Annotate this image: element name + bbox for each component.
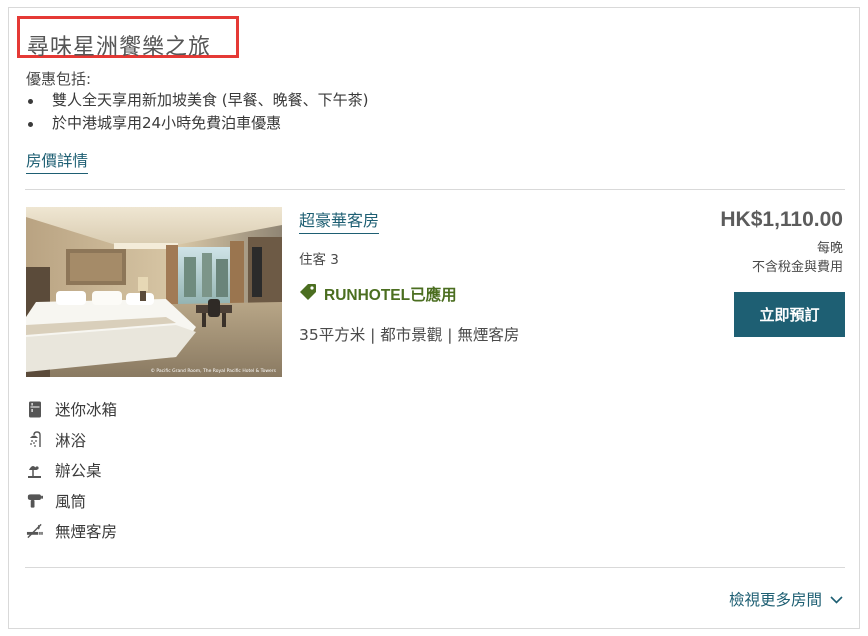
rate-details-link[interactable]: 房價詳情	[26, 149, 89, 174]
tax-note: 不含稅金與費用	[751, 260, 843, 275]
shower-icon	[26, 431, 43, 448]
amenities-list: 迷你冰箱 淋浴 辦公桌 風筒 無煙客房	[26, 394, 117, 547]
room-name-link[interactable]: 超豪華客房	[299, 207, 380, 234]
room-price: HK$1,110.00	[720, 208, 843, 231]
svg-text:© Pacific Grand Room, The Roya: © Pacific Grand Room, The Royal Pacific …	[150, 367, 276, 374]
amenity-item: 無煙客房	[26, 516, 117, 547]
guests-count: 住客 3	[299, 252, 339, 268]
list-item: 雙人全天享用新加坡美食 (早餐、晚餐、下午茶)	[26, 89, 368, 112]
amenity-item: 風筒	[26, 486, 117, 517]
list-item: 於中港城享用24小時免費泊車優惠	[26, 112, 368, 135]
hair-dryer-icon	[26, 492, 43, 509]
desk-lamp-icon	[26, 462, 43, 479]
room-photo[interactable]: © Pacific Grand Room, The Royal Pacific …	[26, 207, 282, 377]
divider	[25, 189, 845, 190]
no-smoking-icon	[26, 523, 43, 540]
promo-label: RUNHOTEL已應用	[324, 287, 457, 304]
tag-icon	[299, 283, 317, 305]
mini-fridge-icon	[26, 401, 43, 418]
offer-includes-heading: 優惠包括:	[26, 70, 92, 88]
per-night-label: 每晚	[816, 241, 843, 256]
divider	[25, 567, 845, 568]
chevron-down-icon	[830, 590, 843, 608]
view-more-rooms-link[interactable]: 檢視更多房間	[729, 588, 843, 610]
offer-card: 尋味星洲饗樂之旅 優惠包括: 雙人全天享用新加坡美食 (早餐、晚餐、下午茶) 於…	[8, 7, 860, 629]
amenity-item: 辦公桌	[26, 455, 117, 486]
amenity-item: 迷你冰箱	[26, 394, 117, 425]
bullet-icon	[28, 122, 33, 127]
bullet-icon	[28, 99, 33, 104]
promo-applied: RUNHOTEL已應用	[299, 283, 457, 305]
book-now-button[interactable]: 立即預訂	[734, 292, 845, 337]
offer-includes-list: 雙人全天享用新加坡美食 (早餐、晚餐、下午茶) 於中港城享用24小時免費泊車優惠	[26, 89, 368, 135]
room-features: 35平方米 | 都市景觀 | 無煙客房	[299, 326, 520, 344]
offer-title: 尋味星洲饗樂之旅	[27, 35, 212, 60]
amenity-item: 淋浴	[26, 425, 117, 456]
